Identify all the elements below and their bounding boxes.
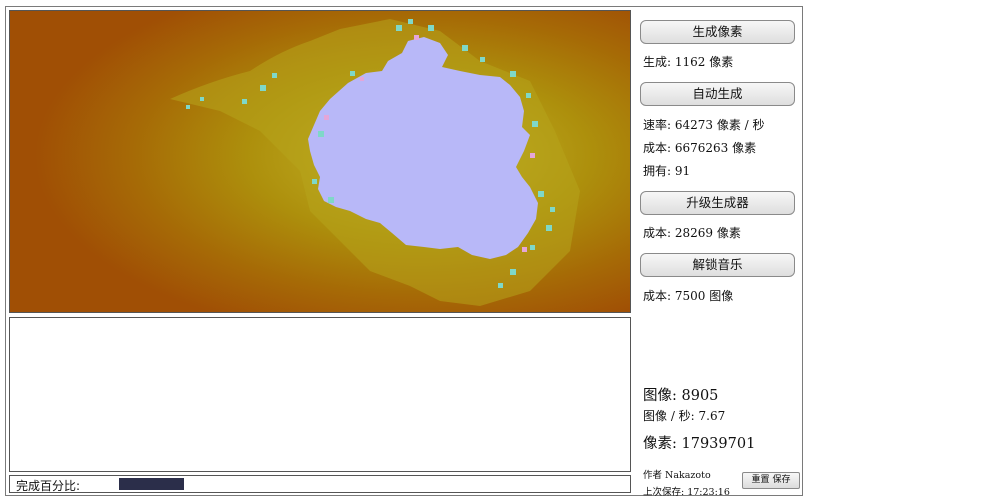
reset-button[interactable]: 重置 xyxy=(752,475,770,485)
last-saved-time: 上次保存: 17:23:16 xyxy=(643,487,730,498)
reset-save-button: 重置 保存 xyxy=(742,472,800,489)
auto-cost-text: 成本: 6676263 像素 xyxy=(643,141,757,155)
upgrade-generator-button[interactable]: 升级生成器 xyxy=(640,191,795,215)
progress-fill xyxy=(119,478,184,490)
owned-text: 拥有: 91 xyxy=(643,164,691,178)
game-window: 完成百分比: 生成像素 生成: 1162 像素 自动生成 速率: 64273 像… xyxy=(5,6,803,498)
images-per-second: 图像 / 秒: 7.67 xyxy=(643,409,726,423)
rate-text: 速率: 64273 像素 / 秒 xyxy=(643,118,765,132)
pixels-total: 像素: 17939701 xyxy=(643,436,756,452)
auto-generate-button[interactable]: 自动生成 xyxy=(640,82,795,106)
images-total: 图像: 8905 xyxy=(643,388,719,404)
upgrade-cost-text: 成本: 28269 像素 xyxy=(643,226,741,240)
progress-label: 完成百分比: xyxy=(16,479,81,493)
save-button[interactable]: 保存 xyxy=(772,475,790,485)
author-credit: 作者 Nakazoto xyxy=(643,470,711,481)
unlock-music-button[interactable]: 解锁音乐 xyxy=(640,253,795,277)
message-log xyxy=(9,317,631,472)
control-panel: 生成像素 生成: 1162 像素 自动生成 速率: 64273 像素 / 秒 成… xyxy=(638,7,802,498)
mandelbrot-render xyxy=(10,11,630,312)
progress-panel: 完成百分比: xyxy=(9,475,631,493)
music-cost-text: 成本: 7500 图像 xyxy=(643,289,734,303)
generate-pixels-button[interactable]: 生成像素 xyxy=(640,20,795,44)
fractal-canvas xyxy=(9,10,631,313)
progress-bar xyxy=(119,478,619,490)
generate-amount: 生成: 1162 像素 xyxy=(643,55,734,69)
